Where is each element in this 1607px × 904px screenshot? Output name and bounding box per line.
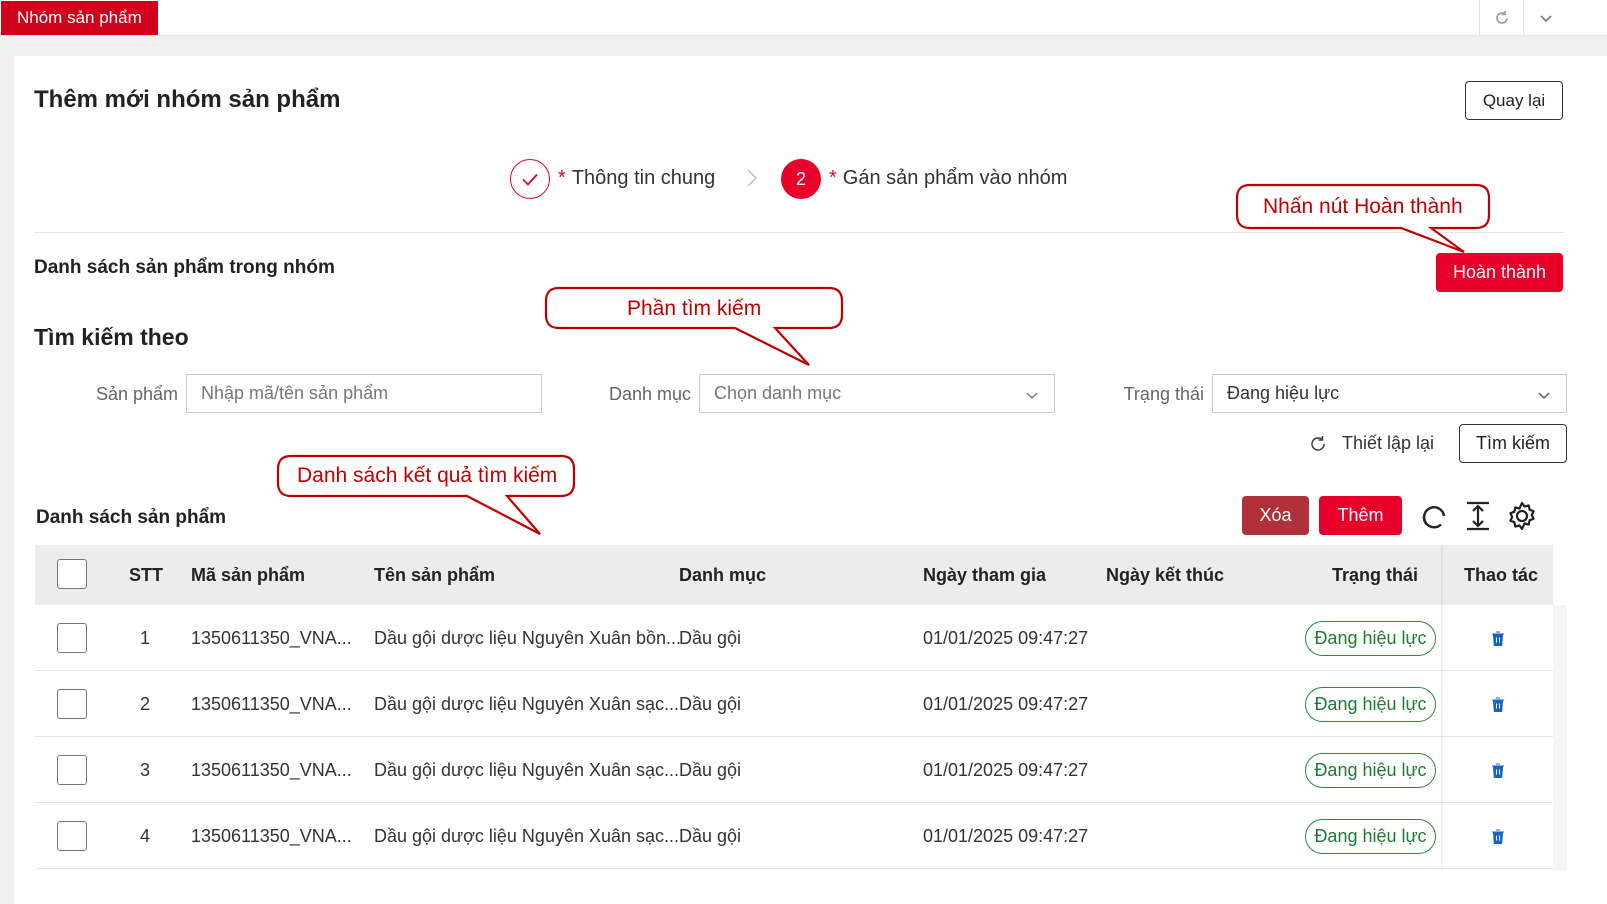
- row-checkbox[interactable]: [57, 755, 87, 785]
- row-name: Dầu gội dược liệu Nguyên Xuân sạc...: [374, 826, 680, 846]
- row-checkbox[interactable]: [57, 821, 87, 851]
- tab-bar: Nhóm sản phẩm: [0, 0, 1607, 36]
- status-badge: Đang hiệu lực: [1305, 819, 1436, 854]
- table-row[interactable]: 1 1350611350_VNA... Dầu gội dược liệu Ng…: [35, 605, 1553, 671]
- row-joined: 01/01/2025 09:47:27: [923, 826, 1089, 846]
- step-2-label[interactable]: * Gán sản phẩm vào nhóm: [829, 167, 1067, 190]
- row-category: Dầu gội: [679, 760, 742, 780]
- step-1-done[interactable]: [510, 159, 550, 199]
- row-code: 1350611350_VNA...: [191, 628, 352, 648]
- check-icon: [522, 173, 538, 186]
- step-2-text: Gán sản phẩm vào nhóm: [842, 167, 1068, 189]
- chevron-down-icon: [1026, 392, 1038, 399]
- product-label: Sản phẩm: [95, 384, 178, 404]
- required-mark: *: [558, 167, 566, 189]
- col-actions: Thao tác: [1464, 565, 1539, 585]
- status-badge: Đang hiệu lực: [1305, 687, 1436, 722]
- step-separator-icon: [747, 169, 757, 187]
- step-1-label[interactable]: * Thông tin chung: [558, 167, 715, 190]
- back-button[interactable]: Quay lại: [1465, 81, 1563, 120]
- row-joined: 01/01/2025 09:47:27: [923, 628, 1089, 648]
- product-placeholder: Nhập mã/tên sản phẩm: [201, 383, 389, 403]
- col-category[interactable]: Danh mục: [679, 545, 766, 605]
- col-status[interactable]: Trạng thái: [1332, 545, 1418, 605]
- row-code: 1350611350_VNA...: [191, 826, 352, 846]
- row-joined: 01/01/2025 09:47:27: [923, 694, 1089, 714]
- required-mark: *: [829, 167, 837, 189]
- row-stt: 3: [140, 760, 151, 780]
- category-label: Danh mục: [608, 384, 691, 404]
- search-hint-text: Phần tìm kiếm: [627, 297, 762, 320]
- column-height-icon[interactable]: [1465, 501, 1491, 531]
- row-checkbox[interactable]: [57, 623, 87, 653]
- category-placeholder: Chọn danh mục: [714, 383, 842, 403]
- row-name: Dầu gội dược liệu Nguyên Xuân bồn...: [374, 628, 682, 648]
- search-hint-callout: Phần tìm kiếm: [544, 286, 845, 367]
- reset-label: Thiết lập lại: [1341, 433, 1435, 453]
- row-code: 1350611350_VNA...: [191, 694, 352, 714]
- trash-icon[interactable]: [1491, 631, 1505, 646]
- row-checkbox[interactable]: [57, 689, 87, 719]
- group-section-title: Danh sách sản phẩm trong nhóm: [34, 257, 335, 278]
- col-code[interactable]: Mã sản phẩm: [191, 545, 305, 605]
- search-button[interactable]: Tìm kiếm: [1459, 424, 1567, 463]
- reset-icon: [1311, 435, 1325, 451]
- step-2-current[interactable]: 2: [781, 159, 821, 199]
- product-list-title: Danh sách sản phẩm: [36, 507, 227, 528]
- row-category: Dầu gội: [679, 694, 742, 714]
- status-label: Trạng thái: [1123, 384, 1204, 404]
- table-scrollbar[interactable]: [1553, 605, 1567, 870]
- finish-hint-text: Nhấn nút Hoàn thành: [1263, 195, 1463, 218]
- table-header: STT Mã sản phẩm Tên sản phẩm Danh mục Ng…: [35, 545, 1553, 605]
- row-code: 1350611350_VNA...: [191, 760, 352, 780]
- reset-button[interactable]: Thiết lập lại: [1296, 424, 1446, 463]
- chevron-down-icon: [1538, 392, 1550, 399]
- col-name[interactable]: Tên sản phẩm: [374, 545, 495, 605]
- refresh-icon: [1495, 11, 1508, 24]
- chevron-down-icon: [1539, 15, 1552, 23]
- select-all-checkbox[interactable]: [57, 559, 87, 589]
- table-row[interactable]: 2 1350611350_VNA... Dầu gội dược liệu Ng…: [35, 671, 1553, 737]
- row-name: Dầu gội dược liệu Nguyên Xuân sạc...: [374, 760, 680, 780]
- col-joined[interactable]: Ngày tham gia: [923, 545, 1046, 605]
- trash-icon[interactable]: [1491, 697, 1505, 712]
- col-ended[interactable]: Ngày kết thúc: [1106, 545, 1224, 605]
- finish-hint-callout: Nhấn nút Hoàn thành: [1235, 183, 1491, 254]
- table-row[interactable]: 3 1350611350_VNA... Dầu gội dược liệu Ng…: [35, 737, 1553, 803]
- add-button[interactable]: Thêm: [1319, 496, 1402, 535]
- tab-nhom-san-pham[interactable]: Nhóm sản phẩm: [1, 1, 158, 35]
- page-title: Thêm mới nhóm sản phẩm: [34, 86, 341, 113]
- row-stt: 1: [140, 628, 151, 648]
- tab-menu-button[interactable]: [1523, 0, 1567, 36]
- trash-icon[interactable]: [1491, 829, 1505, 844]
- settings-gear-icon[interactable]: [1506, 500, 1538, 532]
- table-row[interactable]: 4 1350611350_VNA... Dầu gội dược liệu Ng…: [35, 803, 1553, 869]
- search-title: Tìm kiếm theo: [34, 324, 189, 350]
- results-hint-callout: Danh sách kết quả tìm kiếm: [276, 454, 577, 537]
- product-search-input[interactable]: Nhập mã/tên sản phẩm: [186, 374, 542, 413]
- refresh-tab-button[interactable]: [1479, 0, 1523, 36]
- row-category: Dầu gội: [679, 628, 742, 648]
- step-1-text: Thông tin chung: [571, 167, 716, 189]
- col-stt: STT: [129, 565, 163, 585]
- reload-icon[interactable]: [1419, 501, 1449, 531]
- row-stt: 2: [140, 694, 151, 714]
- row-category: Dầu gội: [679, 826, 742, 846]
- status-selected-value: Đang hiệu lực: [1227, 383, 1340, 403]
- finish-button[interactable]: Hoàn thành: [1436, 253, 1563, 292]
- sticky-column-shadow: [1441, 545, 1444, 870]
- trash-icon[interactable]: [1491, 763, 1505, 778]
- results-hint-text: Danh sách kết quả tìm kiếm: [297, 464, 558, 487]
- row-stt: 4: [140, 826, 151, 846]
- status-badge: Đang hiệu lực: [1305, 753, 1436, 788]
- category-select[interactable]: Chọn danh mục: [699, 374, 1055, 413]
- status-badge: Đang hiệu lực: [1305, 621, 1436, 656]
- row-name: Dầu gội dược liệu Nguyên Xuân sạc...: [374, 694, 680, 714]
- row-joined: 01/01/2025 09:47:27: [923, 760, 1089, 780]
- delete-button[interactable]: Xóa: [1242, 496, 1309, 535]
- status-select[interactable]: Đang hiệu lực: [1212, 374, 1567, 413]
